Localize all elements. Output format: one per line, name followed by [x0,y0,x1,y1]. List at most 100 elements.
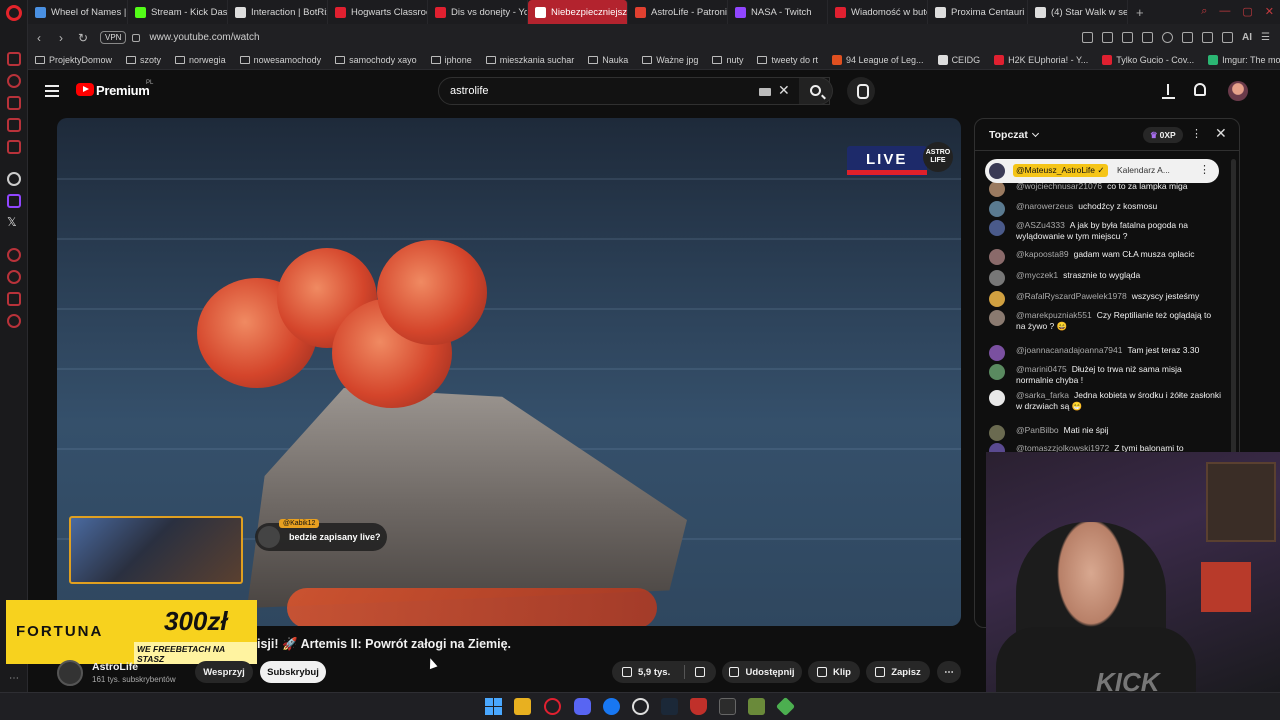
bookmark-item[interactable]: norwegia [168,55,233,65]
chat-username[interactable]: @narowerzeus [1016,201,1073,211]
browser-tab[interactable]: Hogwarts Classroo [328,0,428,24]
avatar[interactable] [989,390,1005,406]
video-player[interactable]: LIVE ASTRO LIFE @Kabik12 bedzie zapisany… [57,118,961,626]
avatar[interactable] [989,270,1005,286]
shield-icon[interactable] [690,698,707,715]
bookmark-item[interactable]: H2K EUphoria! - Y... [987,55,1095,65]
download-icon[interactable] [1222,32,1234,43]
back-icon[interactable]: ‹ [28,31,50,45]
chat-username[interactable]: @ASZu4333 [1016,220,1065,230]
vpn-badge[interactable]: VPN [100,31,127,44]
fortuna-ad[interactable]: FORTUNA 300zł WE FREEBETACH NA STASZ [6,600,257,664]
avatar[interactable] [989,201,1005,217]
close-window-icon[interactable]: ✕ [1265,5,1274,18]
chat-username[interactable]: @marekpuzniak551 [1016,310,1092,320]
clear-search-icon[interactable]: ✕ [778,82,790,99]
bookmark-item[interactable]: Ważne jpg [635,55,705,65]
search-input[interactable]: astrolife [438,77,830,105]
twitch-icon[interactable] [7,194,21,208]
bookmark-item[interactable]: tweety do rt [750,55,825,65]
youtube-logo-icon[interactable] [76,83,94,96]
menu-hamburger-icon[interactable] [45,85,59,97]
avatar[interactable] [989,364,1005,380]
create-icon[interactable] [1162,84,1175,99]
minecraft-icon[interactable] [748,698,765,715]
settings-icon[interactable] [7,248,21,262]
opera-taskbar-icon[interactable] [544,698,561,715]
file-explorer-icon[interactable] [514,698,531,715]
notifications-icon[interactable] [1194,83,1206,96]
browser-tab[interactable]: Proxima Centauri b [928,0,1028,24]
join-button[interactable]: Wesprzyj [195,661,253,683]
bookmark-item[interactable]: nuty [705,55,750,65]
avatar[interactable] [989,291,1005,307]
channel-avatar[interactable] [57,660,83,686]
chat-menu-icon[interactable]: ⋮ [1191,127,1202,140]
chat-mode-dropdown[interactable]: Topczat [989,129,1039,141]
url-field[interactable]: www.youtube.com/watch [149,32,259,43]
youtube-brand[interactable]: Premium [96,83,150,98]
cube-icon[interactable] [1202,32,1214,43]
terminal-icon[interactable] [719,698,736,715]
browser-tab[interactable]: AstroLife - Patronite [628,0,728,24]
x-icon[interactable]: 𝕏 [7,216,21,230]
discord-icon[interactable] [574,698,591,715]
app-icon[interactable] [775,696,796,717]
browser-tab[interactable]: Stream - Kick Dash [128,0,228,24]
steam-icon[interactable] [661,698,678,715]
avatar[interactable] [989,181,1005,197]
bookmark-icon[interactable] [1082,32,1094,43]
avatar[interactable] [989,310,1005,326]
chat-username[interactable]: @PanBilbo [1016,425,1059,435]
account-avatar[interactable] [1228,81,1248,101]
calendar-icon[interactable] [7,140,21,154]
bookmark-item[interactable]: CEIDG [931,55,988,65]
maximize-icon[interactable]: ▢ [1242,5,1252,18]
pinned-menu-icon[interactable]: ⋮ [1199,163,1210,176]
keyboard-icon[interactable] [759,88,771,96]
snapshot-icon[interactable] [1102,32,1114,43]
share-button[interactable]: Udostępnij [722,661,802,683]
history-icon[interactable] [7,74,21,88]
clock-icon[interactable] [7,270,21,284]
more-icon[interactable]: ⋯ [9,673,19,684]
clip-button[interactable]: Klip [808,661,860,683]
bookmark-item[interactable]: Tylko Gucio - Cov... [1095,55,1201,65]
bookmark-item[interactable]: ProjektyDomow [28,55,119,65]
bookmark-item[interactable]: nowesamochody [233,55,329,65]
search-tabs-icon[interactable]: ⌕ [1201,5,1207,18]
like-button[interactable]: 5,9 tys. [612,661,716,683]
messenger-icon[interactable] [7,118,21,132]
close-chat-icon[interactable]: ✕ [1215,125,1227,142]
extensions-icon[interactable] [1182,32,1194,43]
bookmark-item[interactable]: mieszkania suchar [479,55,582,65]
chat-scrollbar[interactable] [1231,159,1236,459]
avatar[interactable] [989,220,1005,236]
more-actions-button[interactable]: ⋯ [937,661,961,683]
bookmark-item[interactable]: samochody xayo [328,55,424,65]
browser-tab[interactable]: Interaction | BotRix [228,0,328,24]
browser-tab[interactable]: (4) Star Walk w se [1028,0,1128,24]
obs-icon[interactable] [632,698,649,715]
gear-icon[interactable] [7,314,21,328]
chat-username[interactable]: @kapoosta89 [1016,249,1069,259]
bookmark-item[interactable]: iphone [424,55,479,65]
ai-button[interactable]: AI [1242,32,1252,43]
adblock-icon[interactable] [1122,32,1134,43]
subscribe-button[interactable]: Subskrybuj [260,661,326,683]
chat-username[interactable]: @marini0475 [1016,364,1067,374]
heart-icon[interactable] [1162,32,1174,43]
minimize-icon[interactable]: — [1219,5,1230,18]
save-button[interactable]: Zapisz [866,661,930,683]
bookmark-item[interactable]: 94 League of Leg... [825,55,931,65]
new-tab-button[interactable]: + [1128,5,1152,20]
browser-tab[interactable]: Niebezpieczniejszy [528,0,628,24]
player-icon[interactable] [1142,32,1154,43]
extension-icon[interactable] [7,292,21,306]
avatar[interactable] [989,249,1005,265]
bookmark-item[interactable]: Imgur: The most a... [1201,55,1280,65]
pinned-message[interactable]: @Mateusz_AstroLife ✓ Kalendarz A... ⋮ [985,159,1219,183]
facebook-icon[interactable] [603,698,620,715]
channel-name[interactable]: AstroLife [92,661,138,673]
mail-icon[interactable] [7,52,21,66]
